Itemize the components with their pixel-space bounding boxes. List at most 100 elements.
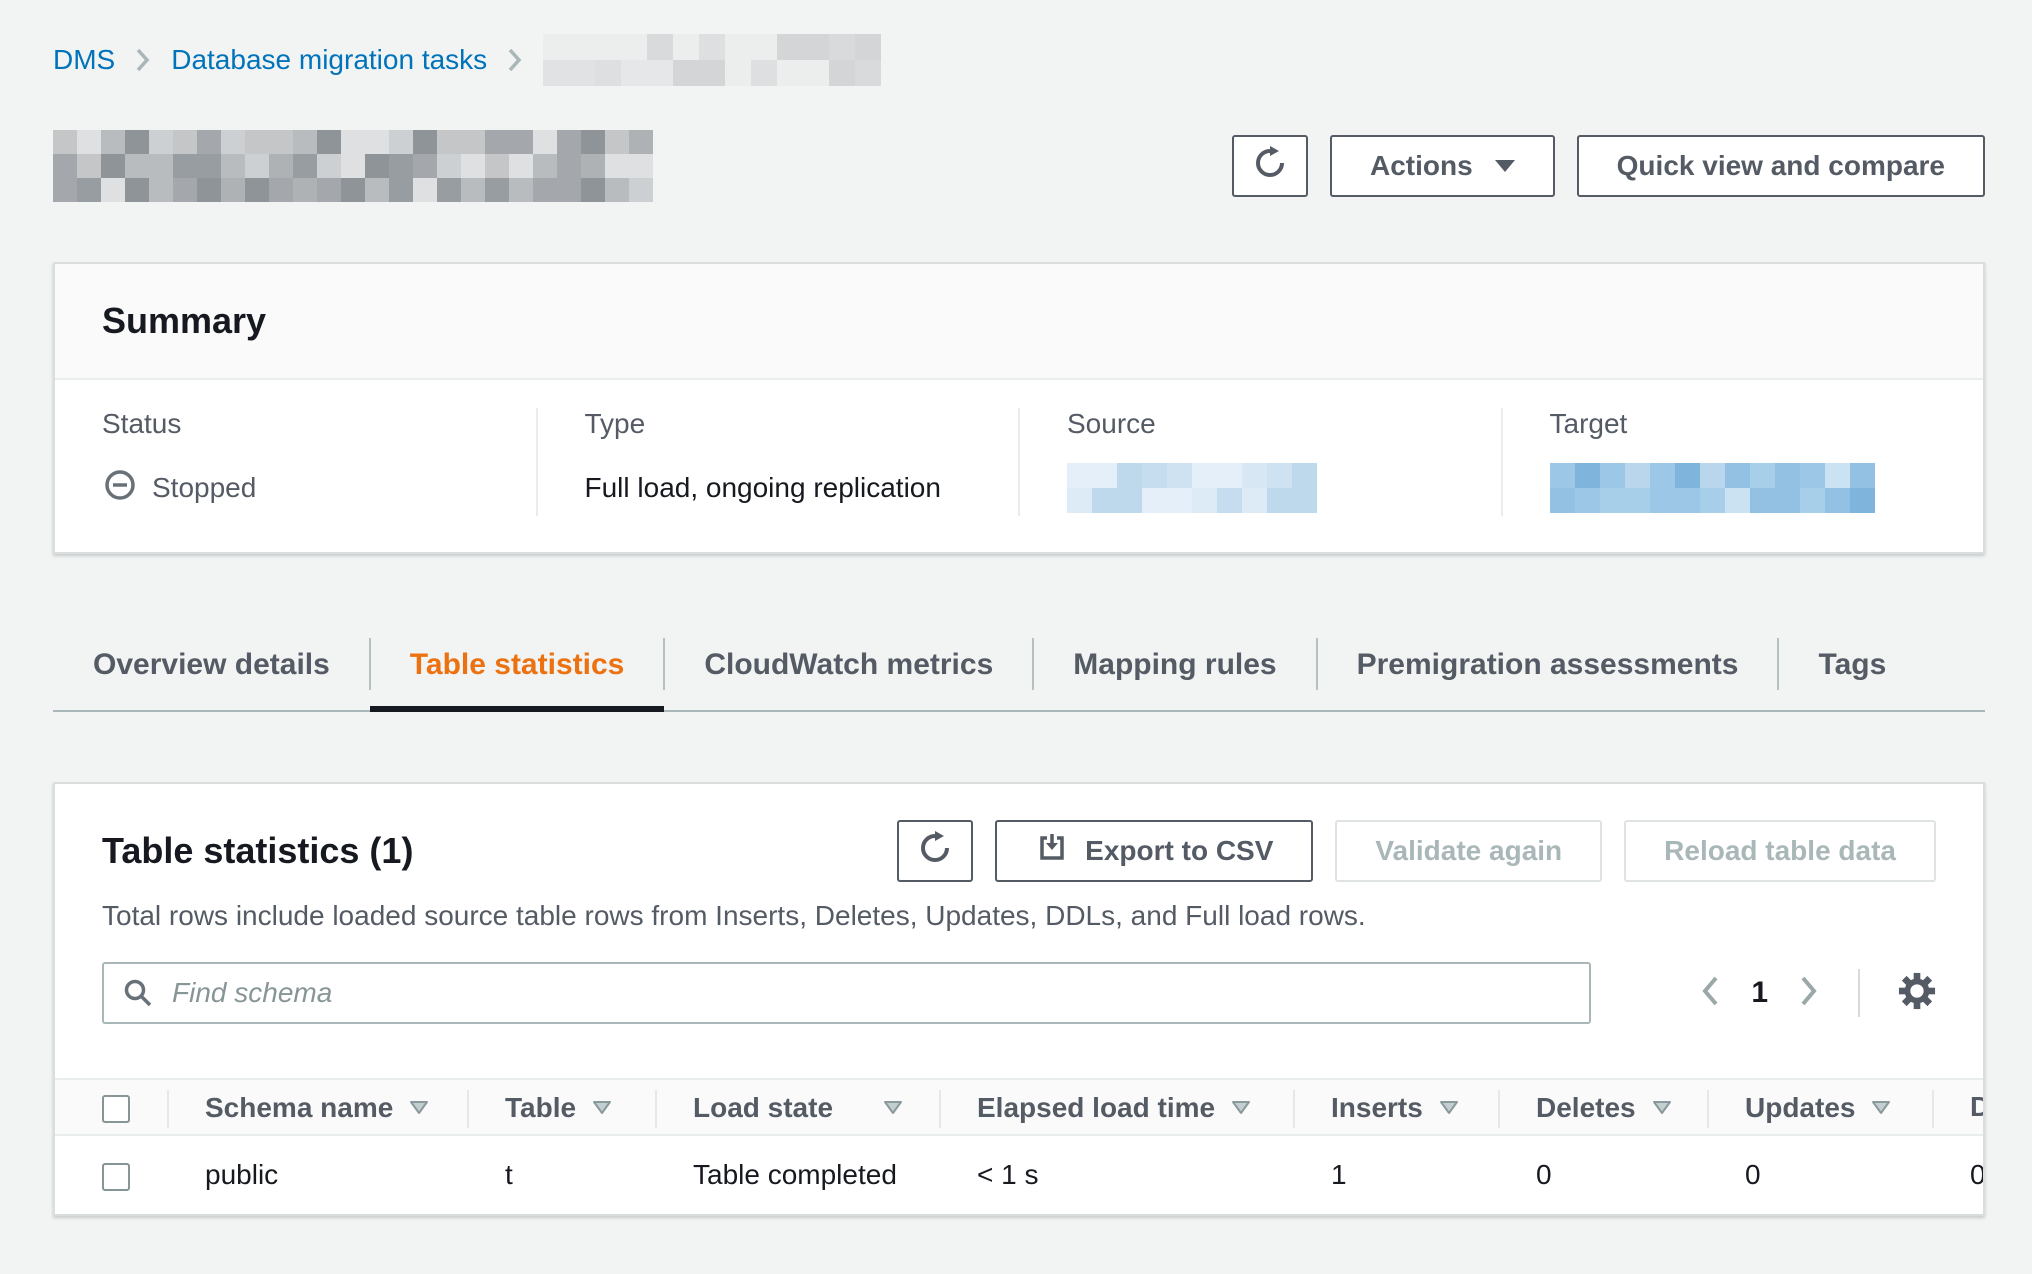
cell-load-state: Table completed <box>655 1136 939 1214</box>
breadcrumb-link-dms[interactable]: DMS <box>53 44 115 76</box>
reload-table-data-label: Reload table data <box>1664 835 1896 867</box>
cell-updates: 0 <box>1707 1136 1932 1214</box>
sort-icon <box>1231 1090 1251 1121</box>
column-label: Inserts <box>1331 1092 1423 1123</box>
tab-label: Table statistics <box>410 648 625 681</box>
column-label: Deletes <box>1536 1092 1636 1123</box>
status-label: Status <box>102 408 496 440</box>
row-select-cell <box>55 1136 167 1214</box>
summary-type-field: Type Full load, ongoing replication <box>536 408 1019 516</box>
table-header-row: Schema name Table Load state Elapsed loa… <box>55 1078 1985 1136</box>
caret-down-icon <box>1495 160 1515 172</box>
summary-source-field: Source <box>1018 408 1501 516</box>
cell-table: t <box>467 1136 655 1214</box>
chevron-right-icon <box>1798 974 1820 1013</box>
cell-inserts: 1 <box>1293 1136 1498 1214</box>
schema-search <box>102 962 1591 1024</box>
summary-target-field: Target <box>1501 408 1984 516</box>
preferences-button[interactable] <box>1898 972 1936 1015</box>
type-label: Type <box>585 408 979 440</box>
column-label: Schema name <box>205 1092 393 1123</box>
table-refresh-button[interactable] <box>897 820 973 882</box>
column-header-deletes[interactable]: Deletes <box>1498 1078 1707 1136</box>
cell-ddls: 0 <box>1932 1136 1985 1214</box>
previous-page-button[interactable] <box>1699 974 1721 1013</box>
summary-body: Status Stopped Type Full load, ongoing r… <box>55 380 1983 552</box>
status-value: Stopped <box>152 472 256 504</box>
actions-button[interactable]: Actions <box>1330 135 1555 197</box>
pager-divider <box>1858 969 1860 1017</box>
column-header-inserts[interactable]: Inserts <box>1293 1078 1498 1136</box>
download-icon <box>1035 831 1069 872</box>
column-label: Table <box>505 1092 576 1123</box>
summary-card: Summary Status Stopped Type Full load, o… <box>53 262 1985 554</box>
tab-table-statistics[interactable]: Table statistics <box>370 624 665 710</box>
source-value-redacted[interactable] <box>1067 463 1317 513</box>
find-schema-input[interactable] <box>102 962 1591 1024</box>
cell-elapsed-load-time: < 1 s <box>939 1136 1293 1214</box>
type-value: Full load, ongoing replication <box>585 460 979 516</box>
column-header-ddls[interactable]: DDLs <box>1932 1078 1985 1136</box>
gear-icon <box>1898 972 1936 1015</box>
breadcrumb-separator-icon <box>507 47 523 73</box>
column-label: DDLs <box>1970 1091 1985 1122</box>
column-header-load-state[interactable]: Load state <box>655 1078 939 1136</box>
breadcrumb: DMS Database migration tasks <box>53 34 1985 86</box>
table-toolbar: 1 <box>55 962 1983 1024</box>
summary-status-field: Status Stopped <box>55 408 536 516</box>
pagination: 1 <box>1699 969 1936 1017</box>
tab-premigration-assessments[interactable]: Premigration assessments <box>1317 624 1779 710</box>
task-name-redacted <box>53 130 653 202</box>
column-header-schema-name[interactable]: Schema name <box>167 1078 467 1136</box>
summary-title: Summary <box>55 264 1983 380</box>
source-label: Source <box>1067 408 1461 440</box>
sort-icon <box>409 1090 429 1121</box>
tab-label: Tags <box>1818 648 1886 681</box>
task-tabs: Overview details Table statistics CloudW… <box>53 624 1985 712</box>
tab-label: Overview details <box>93 648 330 681</box>
quick-view-compare-button[interactable]: Quick view and compare <box>1577 135 1985 197</box>
refresh-icon <box>1252 145 1288 188</box>
column-header-elapsed-load-time[interactable]: Elapsed load time <box>939 1078 1293 1136</box>
target-value-redacted[interactable] <box>1550 463 1875 513</box>
tab-overview-details[interactable]: Overview details <box>53 624 370 710</box>
sort-icon <box>1871 1090 1891 1121</box>
breadcrumb-link-tasks[interactable]: Database migration tasks <box>171 44 487 76</box>
column-header-table[interactable]: Table <box>467 1078 655 1136</box>
dms-task-page: DMS Database migration tasks Actions Qui… <box>0 0 2032 1216</box>
next-page-button[interactable] <box>1798 974 1820 1013</box>
select-all-checkbox[interactable] <box>102 1095 130 1123</box>
sort-icon <box>1652 1090 1672 1121</box>
sort-icon <box>883 1090 903 1121</box>
tab-label: Premigration assessments <box>1357 648 1739 681</box>
reload-table-data-button[interactable]: Reload table data <box>1624 820 1936 882</box>
tab-mapping-rules[interactable]: Mapping rules <box>1033 624 1316 710</box>
tab-tags[interactable]: Tags <box>1778 624 1926 710</box>
cell-deletes: 0 <box>1498 1136 1707 1214</box>
tab-cloudwatch-metrics[interactable]: CloudWatch metrics <box>664 624 1033 710</box>
page-header: Actions Quick view and compare <box>53 130 1985 202</box>
cell-schema-name: public <box>167 1136 467 1214</box>
tab-label: Mapping rules <box>1073 648 1276 681</box>
refresh-icon <box>917 830 953 873</box>
refresh-button[interactable] <box>1232 135 1308 197</box>
column-label: Updates <box>1745 1092 1855 1123</box>
table-row: public t Table completed < 1 s 1 0 0 0 <box>55 1136 1985 1214</box>
sort-icon <box>592 1090 612 1121</box>
column-label: Elapsed load time <box>977 1092 1215 1123</box>
row-checkbox[interactable] <box>102 1163 130 1191</box>
select-all-cell <box>55 1078 167 1136</box>
tab-label: CloudWatch metrics <box>704 648 993 681</box>
breadcrumb-current-redacted <box>543 34 881 86</box>
page-number[interactable]: 1 <box>1751 976 1768 1010</box>
chevron-left-icon <box>1699 974 1721 1013</box>
export-to-csv-button[interactable]: Export to CSV <box>995 820 1313 882</box>
search-icon <box>122 977 154 1009</box>
validate-again-label: Validate again <box>1375 835 1562 867</box>
stopped-icon <box>102 467 138 510</box>
validate-again-button[interactable]: Validate again <box>1335 820 1602 882</box>
column-label: Load state <box>693 1092 833 1123</box>
table-statistics-table: Schema name Table Load state Elapsed loa… <box>55 1078 1985 1214</box>
actions-button-label: Actions <box>1370 150 1473 182</box>
column-header-updates[interactable]: Updates <box>1707 1078 1932 1136</box>
